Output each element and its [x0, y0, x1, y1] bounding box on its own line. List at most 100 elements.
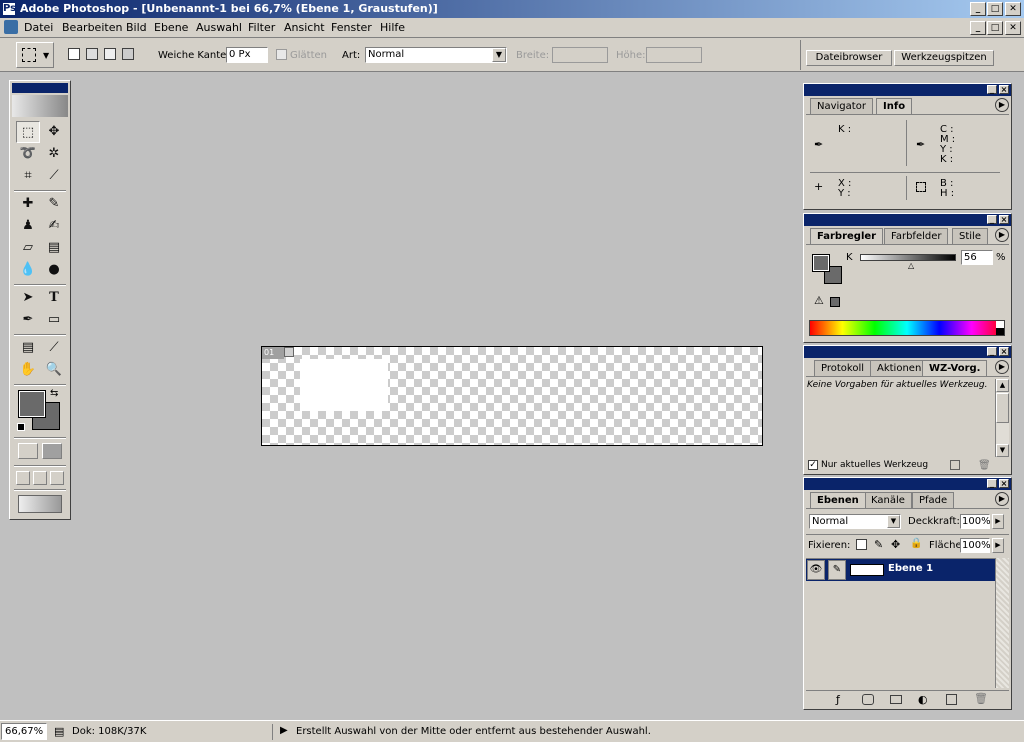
trash-icon[interactable]: 🗑 — [974, 692, 988, 705]
tab-ebenen[interactable]: Ebenen — [810, 492, 866, 508]
menu-auswahl[interactable]: Auswahl — [196, 21, 242, 34]
tab-aktionen[interactable]: Aktionen — [870, 360, 929, 376]
close-icon[interactable]: × — [999, 85, 1009, 94]
layer-row[interactable]: 👁 ✎ Ebene 1 — [806, 559, 996, 581]
new-selection-icon[interactable] — [68, 48, 80, 60]
minimize-icon[interactable]: _ — [987, 215, 997, 224]
default-colors-icon[interactable] — [17, 423, 25, 431]
menu-datei[interactable]: Datei — [24, 21, 53, 34]
gradient-tool-icon[interactable]: ▤ — [42, 237, 66, 259]
hand-tool-icon[interactable]: ✋ — [16, 359, 40, 381]
brush-link-icon[interactable]: ✎ — [828, 560, 846, 580]
eraser-tool-icon[interactable]: ▱ — [16, 237, 40, 259]
gamut-warning-icon[interactable]: ⚠ — [814, 294, 824, 307]
doc-minimize-button[interactable]: _ — [970, 21, 986, 35]
maximize-button[interactable]: □ — [987, 2, 1003, 16]
height-input[interactable] — [646, 47, 702, 63]
color-fg-swatch[interactable] — [812, 254, 830, 272]
white-ramp-swatch[interactable] — [996, 321, 1004, 328]
tab-protokoll[interactable]: Protokoll — [814, 360, 872, 376]
toolbox-titlebar[interactable] — [12, 83, 68, 93]
adobe-online-icon[interactable] — [12, 95, 68, 117]
current-tool-checkbox[interactable]: ✓ — [808, 460, 818, 470]
layers-scrollbar[interactable] — [995, 558, 1009, 688]
crop-tool-icon[interactable]: ⌗ — [16, 165, 40, 187]
panel-titlebar[interactable]: _ × — [804, 84, 1011, 96]
tab-wz-vorg[interactable]: WZ-Vorg. — [922, 360, 988, 376]
style-select[interactable]: Normal ▼ — [365, 47, 507, 63]
opacity-slider-icon[interactable]: ▶ — [992, 514, 1004, 529]
k-slider-track[interactable] — [860, 254, 956, 261]
swap-colors-icon[interactable]: ⇆ — [50, 388, 58, 399]
close-icon[interactable]: × — [999, 215, 1009, 224]
black-ramp-swatch[interactable] — [996, 328, 1004, 335]
foreground-color-swatch[interactable] — [18, 390, 46, 418]
tab-farbregler[interactable]: Farbregler — [810, 228, 884, 244]
gamut-color-swatch[interactable] — [830, 297, 840, 307]
tab-stile[interactable]: Stile — [952, 228, 988, 244]
subtract-selection-icon[interactable] — [104, 48, 116, 60]
tab-kanaele[interactable]: Kanäle — [864, 492, 912, 508]
menu-hilfe[interactable]: Hilfe — [380, 21, 405, 34]
eye-icon[interactable]: 👁 — [807, 560, 825, 580]
screen-mode-standard-icon[interactable] — [16, 471, 30, 485]
tool-preset-picker[interactable]: ▼ — [16, 42, 54, 68]
panel-menu-icon[interactable]: ▶ — [995, 360, 1009, 374]
stamp-tool-icon[interactable]: ♟ — [16, 215, 40, 237]
document-info-icon[interactable]: ▤ — [54, 725, 64, 738]
scroll-thumb[interactable] — [996, 393, 1009, 423]
close-icon[interactable]: × — [999, 479, 1009, 488]
document-icon[interactable] — [4, 20, 18, 34]
close-icon[interactable]: × — [999, 347, 1009, 356]
standard-mode-icon[interactable] — [18, 443, 38, 459]
feather-input[interactable]: 0 Px — [226, 47, 268, 63]
blur-tool-icon[interactable]: 💧 — [16, 259, 40, 281]
blend-mode-select[interactable]: Normal ▼ — [809, 514, 901, 529]
chevron-down-icon[interactable]: ▼ — [887, 515, 900, 528]
panel-menu-icon[interactable]: ▶ — [995, 98, 1009, 112]
zoom-tool-icon[interactable]: 🔍 — [42, 359, 66, 381]
menu-bild[interactable]: Bild — [126, 21, 147, 34]
quickmask-mode-icon[interactable] — [42, 443, 62, 459]
lock-pixels-icon[interactable]: ✎ — [874, 538, 883, 551]
menu-ansicht[interactable]: Ansicht — [284, 21, 325, 34]
panel-titlebar[interactable]: _ × — [804, 346, 1011, 358]
lasso-tool-icon[interactable]: ➰ — [16, 143, 40, 165]
status-arrow-icon[interactable]: ▶ — [280, 725, 288, 736]
panel-menu-icon[interactable]: ▶ — [995, 228, 1009, 242]
k-value-input[interactable]: 56 — [961, 250, 993, 265]
panel-menu-icon[interactable]: ▶ — [995, 492, 1009, 506]
slice-tool-icon[interactable]: ⟋ — [42, 165, 66, 187]
lock-all-icon[interactable]: 🔒 — [910, 538, 922, 549]
notes-tool-icon[interactable]: ▤ — [16, 337, 40, 359]
lock-transparency-icon[interactable] — [856, 539, 867, 550]
brush-tool-icon[interactable]: ✎ — [42, 193, 66, 215]
width-input[interactable] — [552, 47, 608, 63]
shape-tool-icon[interactable]: ▭ — [42, 309, 66, 331]
history-brush-icon[interactable]: ✍ — [42, 215, 66, 237]
well-tab-werkzeugspitzen[interactable]: Werkzeugspitzen — [894, 50, 994, 66]
menu-filter[interactable]: Filter — [248, 21, 275, 34]
photoshop-app-icon[interactable]: Ps — [2, 2, 16, 16]
minimize-icon[interactable]: _ — [987, 347, 997, 356]
add-mask-icon[interactable] — [862, 694, 874, 705]
new-layer-icon[interactable] — [946, 694, 957, 705]
minimize-icon[interactable]: _ — [987, 85, 997, 94]
tab-farbfelder[interactable]: Farbfelder — [884, 228, 949, 244]
tab-info[interactable]: Info — [876, 98, 913, 114]
menu-bearbeiten[interactable]: Bearbeiten — [62, 21, 122, 34]
color-ramp[interactable] — [809, 320, 1005, 336]
scroll-down-icon[interactable]: ▼ — [996, 444, 1009, 457]
type-tool-icon[interactable]: T — [42, 287, 66, 309]
fill-input[interactable]: 100% — [960, 538, 991, 553]
magic-wand-icon[interactable]: ✲ — [42, 143, 66, 165]
scroll-up-icon[interactable]: ▲ — [996, 379, 1009, 392]
close-button[interactable]: ✕ — [1005, 2, 1021, 16]
layer-name[interactable]: Ebene 1 — [888, 563, 933, 574]
k-slider-thumb[interactable]: △ — [908, 261, 914, 270]
doc-restore-button[interactable]: □ — [987, 21, 1003, 35]
adjustment-layer-icon[interactable]: ◐ — [918, 693, 928, 706]
rect-marquee-tool-icon[interactable]: ⬚ — [16, 121, 40, 143]
opacity-input[interactable]: 100% — [960, 514, 991, 529]
new-folder-icon[interactable] — [890, 695, 902, 704]
